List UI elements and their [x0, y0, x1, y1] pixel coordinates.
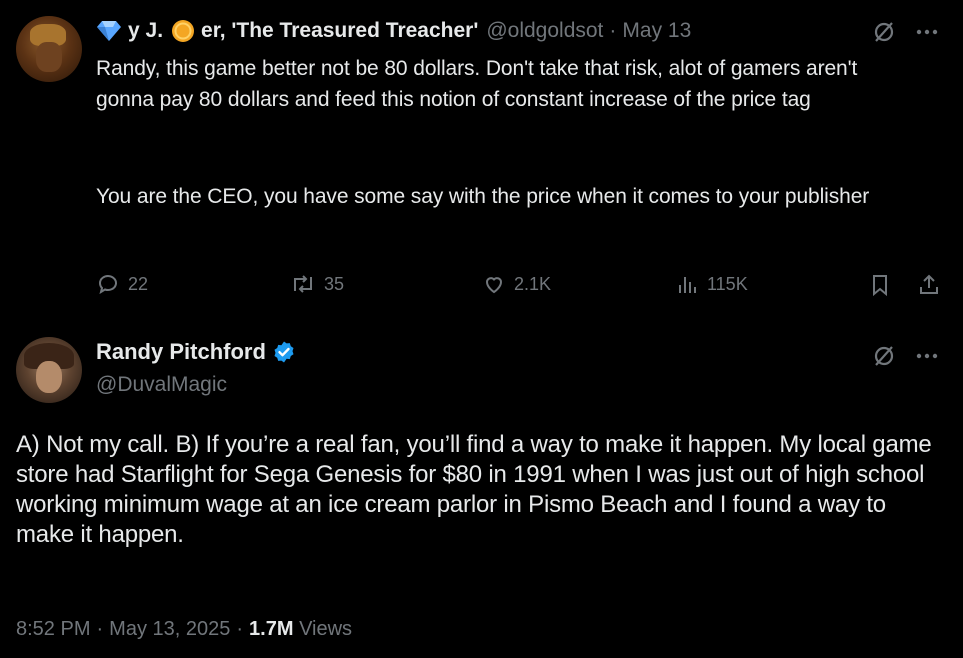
main-author-avatar[interactable] — [16, 337, 82, 403]
reply-date[interactable]: May 13 — [622, 19, 691, 43]
reply-display-name-part-1[interactable]: y J. — [128, 19, 163, 43]
retweet-count: 35 — [324, 273, 345, 294]
main-tweet-text: A) Not my call. B) If you’re a real fan,… — [16, 431, 932, 548]
like-count: 2.1K — [514, 273, 552, 294]
reply-separator: · — [609, 19, 617, 42]
main-separator-2: · — [236, 618, 244, 640]
more-icon[interactable] — [914, 20, 940, 44]
reply-count: 22 — [128, 273, 149, 294]
verified-badge-icon — [272, 340, 296, 364]
views-count: 115K — [707, 273, 748, 294]
reply-button[interactable]: 22 — [96, 272, 148, 296]
reply-text-paragraph-2: You are the CEO, you have some say with … — [96, 185, 870, 208]
main-time[interactable]: 8:52 PM — [16, 618, 90, 641]
main-display-name[interactable]: Randy Pitchford — [96, 339, 266, 365]
main-separator-1: · — [96, 618, 104, 640]
main-date[interactable]: May 13, 2025 — [109, 618, 230, 641]
like-button[interactable]: 2.1K — [482, 272, 551, 296]
more-icon[interactable] — [914, 344, 940, 368]
reply-author-avatar[interactable] — [16, 16, 82, 82]
reply-text-paragraph-1: Randy, this game better not be 80 dollar… — [96, 57, 858, 111]
main-handle[interactable]: @DuvalMagic — [96, 373, 227, 397]
gem-emoji-icon — [96, 20, 122, 42]
main-views[interactable]: 1.7M Views — [249, 618, 352, 641]
bookmark-icon[interactable] — [868, 273, 892, 297]
coin-emoji-icon — [171, 19, 195, 43]
retweet-icon — [290, 272, 316, 296]
retweet-button[interactable]: 35 — [290, 272, 344, 296]
reply-display-name-part-2[interactable]: er, 'The Treasured Treacher' — [201, 19, 478, 43]
grok-icon[interactable] — [872, 344, 896, 368]
views-icon — [675, 272, 699, 296]
like-icon — [482, 272, 506, 296]
main-views-count: 1.7M — [249, 618, 294, 640]
main-timestamp-row: 8:52 PM · May 13, 2025 · 1.7M Views — [16, 618, 352, 641]
grok-icon[interactable] — [872, 20, 896, 44]
views-button[interactable]: 115K — [675, 272, 748, 296]
reply-handle[interactable]: @oldgoldsot — [486, 19, 603, 43]
reply-icon — [96, 272, 120, 296]
main-views-label: Views — [299, 618, 353, 640]
reply-name-row: y J. er, 'The Treasured Treacher' @oldgo… — [96, 16, 691, 46]
main-name-row: Randy Pitchford — [96, 339, 296, 365]
share-icon[interactable] — [917, 273, 941, 297]
